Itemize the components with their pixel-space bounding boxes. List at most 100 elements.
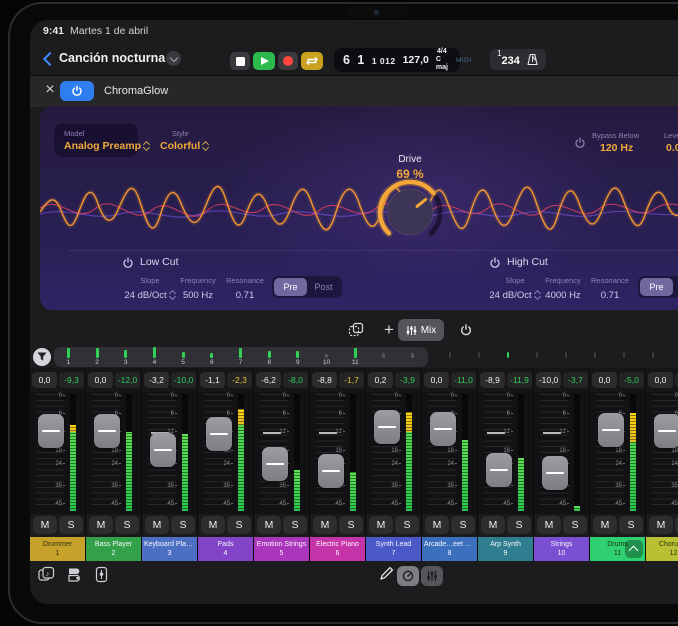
fader-cap[interactable]	[262, 447, 288, 481]
peak-level-value[interactable]: -2,3	[227, 372, 252, 388]
fader-cap[interactable]	[206, 417, 232, 451]
filter-button[interactable]	[33, 348, 51, 366]
peak-level-value[interactable]: -1,7	[339, 372, 364, 388]
mixer-power-button[interactable]	[454, 319, 478, 341]
mute-button[interactable]: M	[649, 516, 673, 534]
high-cut-pre-post-toggle[interactable]: Pre Post	[638, 276, 678, 298]
volume-value[interactable]: 0,2	[368, 372, 393, 388]
track-name-tile[interactable]: Drums 11	[590, 537, 645, 561]
mute-button[interactable]: M	[201, 516, 225, 534]
overview-track-slot[interactable]: 2	[83, 347, 112, 367]
volume-value[interactable]: -10,0	[536, 372, 561, 388]
collapse-chevron-button[interactable]	[625, 540, 643, 558]
solo-button[interactable]: S	[283, 516, 307, 534]
solo-button[interactable]: S	[563, 516, 587, 534]
overview-track-slot[interactable]: 9	[284, 347, 313, 367]
mute-button[interactable]: M	[89, 516, 113, 534]
high-cut-resonance[interactable]: Resonance 0.71	[575, 276, 645, 303]
bypass-below-value[interactable]: 120 Hz	[600, 142, 633, 154]
volume-value[interactable]: -3,2	[144, 372, 169, 388]
fader-panel-icon[interactable]	[95, 566, 113, 584]
track-name-tile[interactable]: Chorus V 12	[646, 537, 678, 561]
back-chevron-icon[interactable]	[42, 52, 54, 66]
plugin-power-toggle[interactable]	[60, 81, 94, 101]
level-value[interactable]: 0.0	[666, 142, 678, 154]
solo-button[interactable]: S	[171, 516, 195, 534]
peak-level-value[interactable]: -12,0	[115, 372, 140, 388]
overview-track-slot[interactable]: 5	[169, 347, 198, 367]
record-button[interactable]	[278, 52, 298, 70]
track-name-tile[interactable]: Pads 4	[198, 537, 253, 561]
volume-value[interactable]: 0,0	[424, 372, 449, 388]
fader-cap[interactable]	[654, 414, 678, 448]
volume-value[interactable]: 0,0	[648, 372, 673, 388]
low-cut-power-toggle[interactable]	[122, 256, 134, 274]
song-title[interactable]: Canción nocturna	[59, 51, 165, 65]
solo-button[interactable]: S	[507, 516, 531, 534]
lcd-display[interactable]: 6 1 1 012 127,0 4/4 C maj MIDI	[334, 48, 460, 72]
song-menu-chevron-icon[interactable]	[166, 51, 181, 66]
solo-button[interactable]: S	[59, 516, 83, 534]
overview-track-slot[interactable]: 10	[312, 347, 341, 367]
track-name-tile[interactable]: Emotion Strings 5	[254, 537, 309, 561]
mute-button[interactable]: M	[257, 516, 281, 534]
pencil-edit-icon[interactable]	[379, 566, 397, 584]
overview-track-slot[interactable]	[398, 347, 427, 367]
track-overview-pill[interactable]: 1234567891011	[54, 347, 428, 367]
volume-value[interactable]: -6,2	[256, 372, 281, 388]
solo-button[interactable]: S	[115, 516, 139, 534]
peak-level-value[interactable]: -5,0	[619, 372, 644, 388]
track-name-tile[interactable]: Electric Piano 6	[310, 537, 365, 561]
plugin-tiles-icon[interactable]	[67, 566, 85, 584]
low-cut-pre-post-toggle[interactable]: Pre Post	[272, 276, 342, 298]
fader-cap[interactable]	[94, 414, 120, 448]
track-name-tile[interactable]: Synth Lead 7	[366, 537, 421, 561]
overview-track-slot[interactable]: 11	[341, 347, 370, 367]
volume-value[interactable]: -8,8	[312, 372, 337, 388]
loop-browser-icon[interactable]: ♪	[38, 566, 56, 584]
volume-value[interactable]: 0,0	[592, 372, 617, 388]
solo-button[interactable]: S	[451, 516, 475, 534]
mix-view-button[interactable]: Mix	[398, 319, 444, 341]
solo-button[interactable]: S	[339, 516, 363, 534]
volume-value[interactable]: -8,9	[480, 372, 505, 388]
fader-cap[interactable]	[486, 453, 512, 487]
stop-button[interactable]	[230, 52, 250, 70]
volume-value[interactable]: 0,0	[32, 372, 57, 388]
peak-level-value[interactable]: -10,0	[171, 372, 196, 388]
fader-cap[interactable]	[38, 414, 64, 448]
mute-button[interactable]: M	[145, 516, 169, 534]
cycle-button[interactable]	[301, 52, 323, 70]
pre-segment[interactable]: Pre	[274, 278, 307, 296]
fader-cap[interactable]	[150, 433, 176, 467]
fader-cap[interactable]	[430, 412, 456, 446]
peak-level-value[interactable]: -3,9	[395, 372, 420, 388]
post-segment[interactable]: Post	[307, 278, 340, 296]
track-name-tile[interactable]: Arp Synth 9	[478, 537, 533, 561]
fader-cap[interactable]	[374, 410, 400, 444]
fader-cap[interactable]	[542, 456, 568, 490]
peak-level-value[interactable]: -11,0	[451, 372, 476, 388]
mute-button[interactable]: M	[537, 516, 561, 534]
overview-track-slot[interactable]: 3	[111, 347, 140, 367]
model-selector[interactable]: Model Analog Preamp	[54, 124, 138, 157]
mute-button[interactable]: M	[369, 516, 393, 534]
solo-button[interactable]: S	[227, 516, 251, 534]
solo-button[interactable]: S	[395, 516, 419, 534]
play-button[interactable]	[253, 52, 275, 70]
overview-track-slot[interactable]: 1	[54, 347, 83, 367]
style-selector[interactable]: Style Colorful	[152, 124, 226, 157]
track-name-tile[interactable]: Drummer 1	[30, 537, 85, 561]
mute-button[interactable]: M	[425, 516, 449, 534]
overview-track-slot[interactable]: 7	[226, 347, 255, 367]
drive-knob[interactable]	[376, 178, 444, 246]
count-in-metronome-pill[interactable]: 1234	[490, 49, 546, 70]
peak-level-value[interactable]: -8,0	[283, 372, 308, 388]
track-name-tile[interactable]: Bass Player 2	[86, 537, 141, 561]
controls-view-button[interactable]	[397, 566, 419, 586]
mute-button[interactable]: M	[593, 516, 617, 534]
peak-level-value[interactable]: -11,9	[507, 372, 532, 388]
volume-value[interactable]: 0,0	[88, 372, 113, 388]
track-name-tile[interactable]: Arcade…eet Pad 8	[422, 537, 477, 561]
bypass-power-toggle[interactable]	[574, 136, 586, 154]
